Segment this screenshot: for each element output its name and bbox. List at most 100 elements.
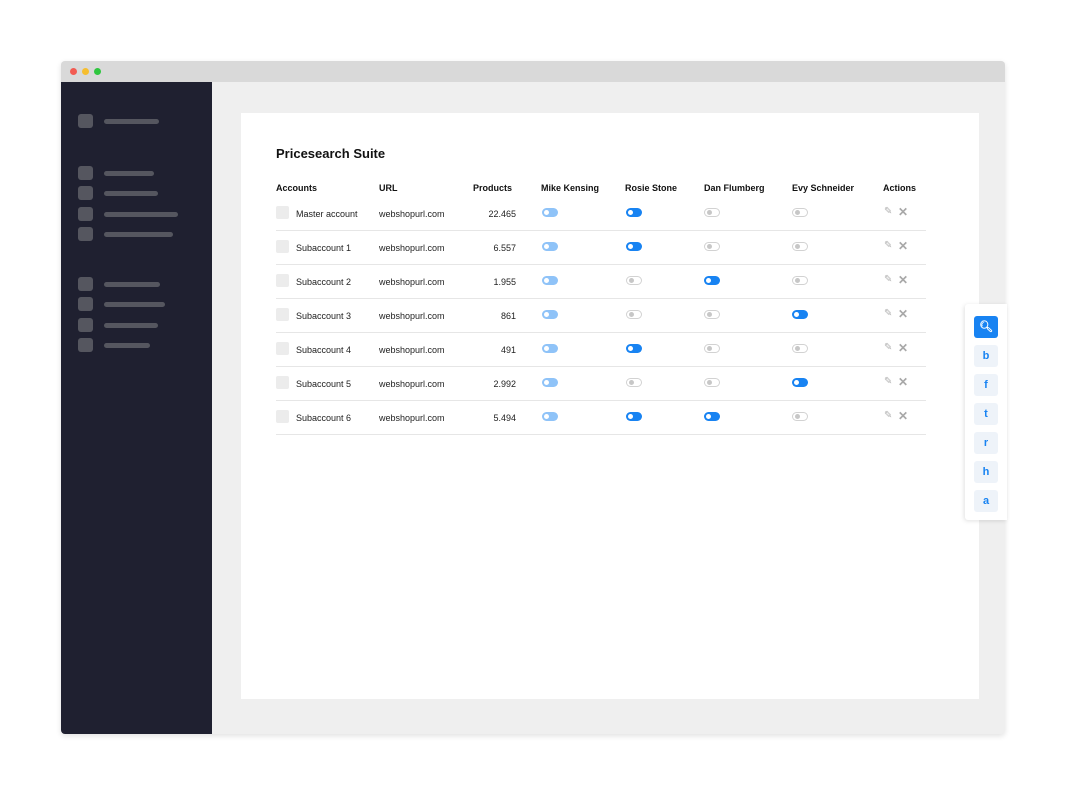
delete-icon[interactable]: ✕ — [898, 341, 908, 355]
toggle-mike-kensing[interactable] — [542, 310, 558, 319]
row-select-checkbox[interactable] — [276, 240, 289, 253]
row-select-checkbox[interactable] — [276, 342, 289, 355]
sidebar-item-label-placeholder — [104, 302, 165, 307]
sidebar-item-icon — [78, 297, 93, 311]
delete-icon[interactable]: ✕ — [898, 307, 908, 321]
t-icon[interactable]: t — [974, 403, 998, 425]
sidebar-item-icon — [78, 186, 93, 200]
sidebar-item-icon — [78, 207, 93, 221]
delete-icon[interactable]: ✕ — [898, 205, 908, 219]
account-url[interactable]: webshopurl.com — [379, 209, 445, 219]
delete-icon[interactable]: ✕ — [898, 375, 908, 389]
main-content: Pricesearch Suite Accounts URL Products … — [212, 82, 1005, 734]
sidebar-item-icon — [78, 227, 93, 241]
toggle-rosie-stone[interactable] — [626, 242, 642, 251]
edit-icon[interactable]: ✎ — [884, 308, 892, 319]
product-count: 861 — [500, 311, 516, 321]
f-icon[interactable]: f — [974, 374, 998, 396]
toggle-rosie-stone[interactable] — [626, 344, 642, 353]
toggle-rosie-stone[interactable] — [626, 412, 642, 421]
toggle-rosie-stone[interactable] — [626, 276, 642, 285]
r-icon[interactable]: r — [974, 432, 998, 454]
sidebar — [61, 82, 212, 734]
edit-icon[interactable]: ✎ — [884, 376, 892, 387]
column-header-products: Products — [473, 183, 513, 193]
sidebar-item-label-placeholder — [104, 343, 150, 348]
table-row: Subaccount 5 webshopurl.com 2.992 ✎ ✕ — [276, 367, 926, 401]
column-header-accounts: Accounts — [276, 183, 318, 193]
sidebar-item-label-placeholder — [104, 119, 159, 124]
delete-icon[interactable]: ✕ — [898, 409, 908, 423]
account-name: Subaccount 2 — [296, 277, 352, 287]
toggle-rosie-stone[interactable] — [626, 378, 642, 387]
toggle-mike-kensing[interactable] — [542, 412, 558, 421]
account-name: Subaccount 1 — [296, 243, 352, 253]
toggle-evy-schneider[interactable] — [792, 378, 808, 387]
account-name: Subaccount 4 — [296, 345, 352, 355]
delete-icon[interactable]: ✕ — [898, 273, 908, 287]
b-icon[interactable]: b — [974, 345, 998, 367]
row-select-checkbox[interactable] — [276, 308, 289, 321]
maximize-window-button[interactable] — [94, 68, 101, 75]
toggle-dan-flumberg[interactable] — [704, 344, 720, 353]
sidebar-item-icon — [78, 338, 93, 352]
edit-icon[interactable]: ✎ — [884, 410, 892, 421]
page-title: Pricesearch Suite — [276, 146, 386, 161]
sidebar-item-icon — [78, 114, 93, 128]
product-count: 2.992 — [493, 379, 516, 389]
toggle-dan-flumberg[interactable] — [704, 310, 720, 319]
toggle-mike-kensing[interactable] — [542, 276, 558, 285]
edit-icon[interactable]: ✎ — [884, 240, 892, 251]
edit-icon[interactable]: ✎ — [884, 206, 892, 217]
toggle-rosie-stone[interactable] — [626, 208, 642, 217]
h-icon[interactable]: h — [974, 461, 998, 483]
account-url[interactable]: webshopurl.com — [379, 277, 445, 287]
toggle-mike-kensing[interactable] — [542, 242, 558, 251]
toggle-evy-schneider[interactable] — [792, 310, 808, 319]
toggle-dan-flumberg[interactable] — [704, 242, 720, 251]
account-url[interactable]: webshopurl.com — [379, 413, 445, 423]
sidebar-item-label-placeholder — [104, 212, 178, 217]
row-select-checkbox[interactable] — [276, 376, 289, 389]
edit-icon[interactable]: ✎ — [884, 342, 892, 353]
table-row: Subaccount 3 webshopurl.com 861 ✎ ✕ — [276, 299, 926, 333]
product-count: 1.955 — [493, 277, 516, 287]
account-url[interactable]: webshopurl.com — [379, 243, 445, 253]
table-row: Subaccount 6 webshopurl.com 5.494 ✎ ✕ — [276, 401, 926, 435]
toggle-dan-flumberg[interactable] — [704, 208, 720, 217]
edit-icon[interactable]: ✎ — [884, 274, 892, 285]
toggle-mike-kensing[interactable] — [542, 378, 558, 387]
account-url[interactable]: webshopurl.com — [379, 345, 445, 355]
toggle-dan-flumberg[interactable] — [704, 276, 720, 285]
toggle-evy-schneider[interactable] — [792, 208, 808, 217]
account-url[interactable]: webshopurl.com — [379, 379, 445, 389]
sidebar-item-label-placeholder — [104, 282, 160, 287]
column-header-actions: Actions — [883, 183, 917, 193]
product-count: 22.465 — [488, 209, 516, 219]
table-row: Subaccount 2 webshopurl.com 1.955 ✎ ✕ — [276, 265, 926, 299]
toggle-dan-flumberg[interactable] — [704, 412, 720, 421]
row-select-checkbox[interactable] — [276, 274, 289, 287]
toggle-mike-kensing[interactable] — [542, 208, 558, 217]
toggle-evy-schneider[interactable] — [792, 344, 808, 353]
close-window-button[interactable] — [70, 68, 77, 75]
account-url[interactable]: webshopurl.com — [379, 311, 445, 321]
delete-icon[interactable]: ✕ — [898, 239, 908, 253]
column-header-mike-kensing: Mike Kensing — [541, 183, 600, 193]
toggle-rosie-stone[interactable] — [626, 310, 642, 319]
toggle-evy-schneider[interactable] — [792, 276, 808, 285]
toggle-evy-schneider[interactable] — [792, 412, 808, 421]
search-zoom-icon[interactable]: 🔍︎ — [974, 316, 998, 338]
title-bar — [61, 61, 1005, 82]
toggle-dan-flumberg[interactable] — [704, 378, 720, 387]
table-row: Subaccount 1 webshopurl.com 6.557 ✎ ✕ — [276, 231, 926, 265]
minimize-window-button[interactable] — [82, 68, 89, 75]
share-bar: 🔍︎ b f t r h a — [965, 304, 1007, 520]
account-name: Subaccount 6 — [296, 413, 352, 423]
a-icon[interactable]: a — [974, 490, 998, 512]
row-select-checkbox[interactable] — [276, 410, 289, 423]
toggle-mike-kensing[interactable] — [542, 344, 558, 353]
row-select-checkbox[interactable] — [276, 206, 289, 219]
sidebar-item-icon — [78, 166, 93, 180]
toggle-evy-schneider[interactable] — [792, 242, 808, 251]
